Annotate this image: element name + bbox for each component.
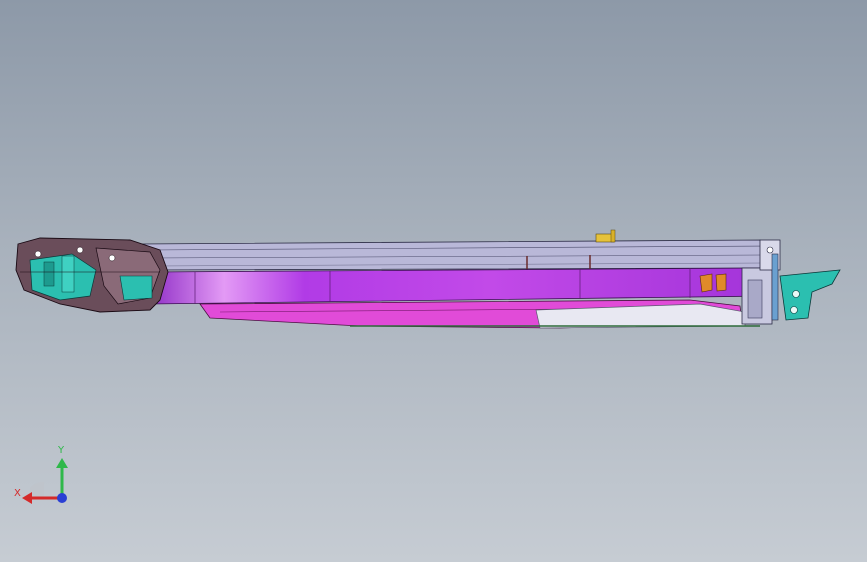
x-axis-arrow bbox=[22, 492, 32, 504]
upper-rail[interactable] bbox=[139, 239, 771, 271]
z-axis-dot bbox=[57, 493, 67, 503]
lower-channel[interactable] bbox=[199, 299, 760, 329]
cad-viewport[interactable]: Y X bbox=[0, 0, 867, 562]
left-housing[interactable] bbox=[15, 237, 169, 313]
main-beam[interactable] bbox=[149, 267, 769, 305]
y-axis-label: Y bbox=[57, 445, 65, 456]
x-axis-label: X bbox=[14, 488, 21, 499]
y-axis-arrow bbox=[56, 458, 68, 468]
cad-model-view[interactable] bbox=[0, 0, 867, 562]
top-tab[interactable] bbox=[595, 229, 616, 243]
coordinate-triad: Y X bbox=[14, 445, 68, 504]
